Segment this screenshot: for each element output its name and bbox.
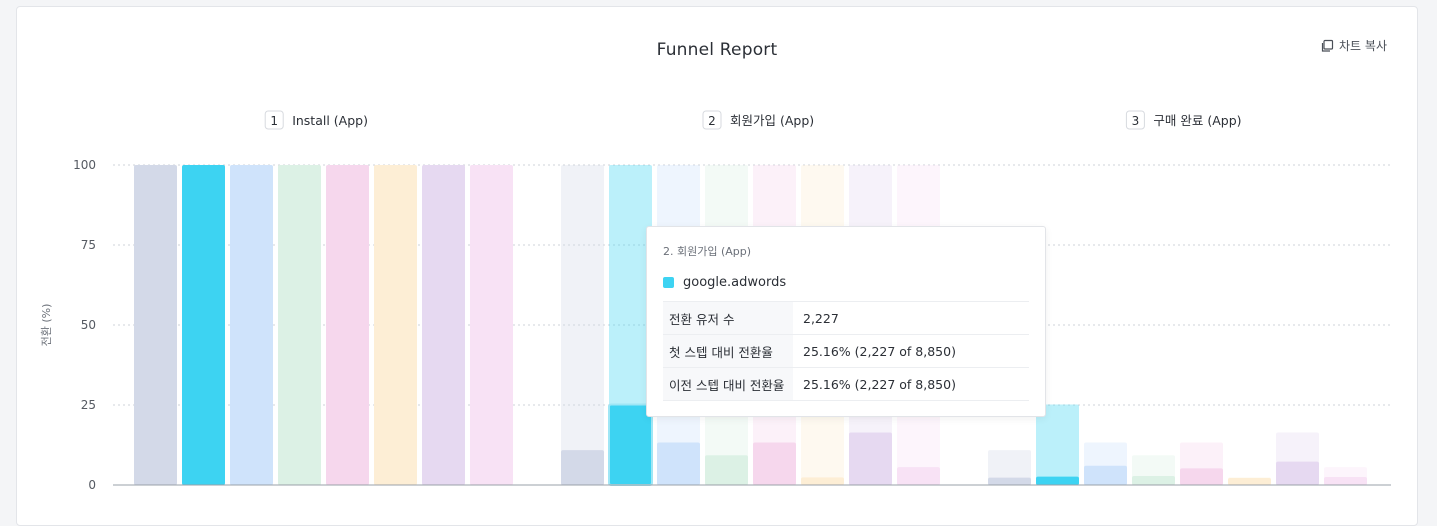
tooltip-row: 첫 스텝 대비 전환율 25.16% (2,227 of 8,850) [663, 335, 1029, 368]
bar [470, 165, 513, 485]
tooltip-row-value: 25.16% (2,227 of 8,850) [803, 343, 956, 359]
tooltip-row-label: 이전 스텝 대비 전환율 [663, 368, 793, 400]
active-bar [608, 403, 653, 487]
tooltip-row-label: 첫 스텝 대비 전환율 [663, 335, 793, 367]
tooltip-row-value: 2,227 [803, 310, 839, 326]
bar [278, 165, 321, 485]
tooltip-series-swatch [663, 277, 674, 288]
tooltip-step-label: 2. 회원가입 (App) [663, 245, 752, 258]
bar [422, 165, 465, 485]
y-tick-label: 0 [88, 478, 96, 492]
y-tick-label: 25 [81, 398, 96, 412]
bar [897, 467, 940, 485]
tooltip-series-name: google.adwords [683, 275, 787, 290]
bar-tooltip: 2. 회원가입 (App) google.adwords 전환 유저 수 2,2… [646, 226, 1046, 417]
tooltip-row: 이전 스텝 대비 전환율 25.16% (2,227 of 8,850) [663, 368, 1029, 401]
step-index: 2 [708, 114, 716, 128]
y-tick-label: 50 [81, 318, 96, 332]
bar [1036, 476, 1079, 485]
bar [753, 442, 796, 485]
step-name: Install (App) [292, 113, 368, 128]
bar [1084, 465, 1127, 485]
y-tick-label: 75 [81, 238, 96, 252]
tooltip-table: 전환 유저 수 2,227 첫 스텝 대비 전환율 25.16% (2,227 … [663, 301, 1029, 401]
y-axis-title: 전환 (%) [40, 304, 53, 347]
bar [1132, 476, 1175, 485]
bar [182, 165, 225, 485]
bar [801, 477, 844, 485]
bar [657, 442, 700, 485]
bar [230, 165, 273, 485]
tooltip-row-label: 전환 유저 수 [663, 302, 793, 334]
bar [1180, 468, 1223, 485]
bar [374, 165, 417, 485]
bar [849, 432, 892, 485]
bar [1324, 477, 1367, 485]
tooltip-row: 전환 유저 수 2,227 [663, 302, 1029, 335]
step-index: 1 [270, 114, 278, 128]
step-name: 구매 완료 (App) [1153, 113, 1241, 128]
step-index: 3 [1132, 114, 1140, 128]
step-name: 회원가입 (App) [730, 113, 814, 128]
bar [705, 455, 748, 485]
bar [134, 165, 177, 485]
tooltip-row-value: 25.16% (2,227 of 8,850) [803, 376, 956, 392]
bar [988, 477, 1031, 485]
tooltip-series: google.adwords [663, 275, 1029, 290]
bar [561, 450, 604, 485]
bar [1276, 461, 1319, 485]
bar [1228, 477, 1271, 485]
dropoff-bar [561, 165, 604, 485]
y-tick-label: 100 [73, 158, 96, 172]
bar [326, 165, 369, 485]
